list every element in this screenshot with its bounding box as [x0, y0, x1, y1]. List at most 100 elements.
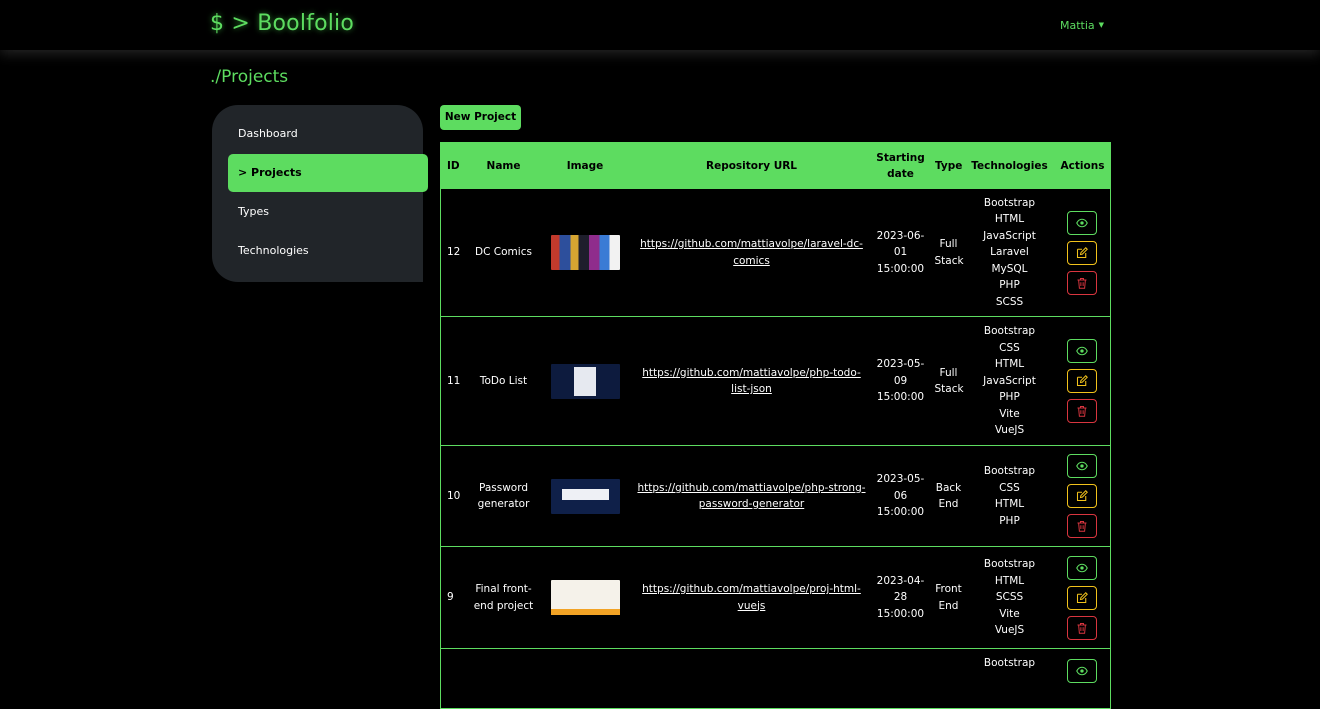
technologies-cell: Bootstrap CSS HTML JavaScript PHP Vite V… — [964, 316, 1055, 446]
project-name: DC Comics — [471, 188, 536, 317]
sidebar-item-dashboard[interactable]: Dashboard — [228, 115, 428, 153]
sidebar-item-technologies[interactable]: Technologies — [228, 232, 428, 270]
view-button[interactable] — [1067, 210, 1098, 235]
projects-table: ID Name Image Repository URL Starting da… — [440, 142, 1111, 709]
technology-item: HTML — [994, 213, 1025, 226]
starting-date — [868, 648, 933, 709]
eye-icon — [1076, 346, 1089, 356]
edit-button[interactable] — [1067, 484, 1098, 508]
sidebar: Dashboard > Projects Types Technologies — [212, 105, 428, 282]
technology-item: JavaScript — [983, 229, 1036, 242]
technology-item: Laravel — [990, 246, 1029, 259]
table-row: 9 Final front-end project https://github… — [440, 546, 1111, 649]
technology-item: VueJS — [994, 424, 1025, 437]
top-navbar: $ > Boolfolio Mattia ▼ — [0, 0, 1320, 50]
actions-cell — [1054, 546, 1111, 649]
table-row: 11 ToDo List https://github.com/mattiavo… — [440, 316, 1111, 446]
trash-icon — [1077, 406, 1087, 417]
trash-icon — [1077, 277, 1087, 289]
project-thumbnail — [550, 235, 620, 270]
eye-icon — [1076, 218, 1089, 227]
technology-item: Bootstrap — [983, 325, 1036, 338]
brand-logo[interactable]: $ > Boolfolio — [210, 11, 354, 36]
project-id — [440, 648, 472, 709]
actions-cell — [1054, 188, 1111, 317]
column-header-technologies: Technologies — [964, 142, 1055, 189]
technologies-cell: Bootstrap — [964, 648, 1055, 709]
technology-item: PHP — [999, 391, 1020, 404]
actions-cell — [1054, 316, 1111, 446]
actions-cell — [1054, 445, 1111, 547]
project-name — [471, 648, 536, 709]
repository-link[interactable]: https://github.com/mattiavolpe/php-todo-… — [642, 367, 860, 396]
actions-cell — [1054, 648, 1111, 709]
project-id: 11 — [440, 316, 472, 446]
repository-link[interactable]: https://github.com/mattiavolpe/laravel-d… — [640, 238, 863, 267]
table-row: 10 Password generator https://github.com… — [440, 445, 1111, 547]
project-id: 10 — [440, 445, 472, 547]
delete-button[interactable] — [1067, 514, 1098, 538]
trash-icon — [1077, 521, 1087, 532]
technology-item: Vite — [999, 607, 1020, 620]
table-row: Bootstrap — [440, 648, 1111, 709]
project-thumbnail — [550, 580, 620, 615]
sidebar-item-projects[interactable]: > Projects — [228, 154, 428, 192]
technology-item: SCSS — [995, 295, 1024, 308]
eye-icon — [1076, 563, 1089, 572]
technology-item: HTML — [994, 498, 1025, 510]
technology-item: Vite — [999, 407, 1020, 420]
project-image-cell — [535, 316, 635, 446]
repo-url-cell: https://github.com/mattiavolpe/laravel-d… — [634, 188, 869, 317]
technologies-cell: Bootstrap CSS HTML PHP — [964, 445, 1055, 547]
view-button[interactable] — [1067, 339, 1098, 363]
starting-date: 2023-05-06 15:00:00 — [868, 445, 933, 547]
column-header-name: Name — [471, 142, 536, 189]
column-header-image: Image — [535, 142, 635, 189]
technology-item: Bootstrap — [983, 558, 1036, 571]
starting-date: 2023-04-28 15:00:00 — [868, 546, 933, 649]
technology-item: MySQL — [991, 262, 1028, 275]
table-header-row: ID Name Image Repository URL Starting da… — [440, 142, 1111, 189]
technology-item: JavaScript — [983, 374, 1036, 387]
technology-item: Bootstrap — [983, 196, 1036, 209]
table-row: 12 DC Comics https://github.com/mattiavo… — [440, 188, 1111, 317]
project-name: ToDo List — [471, 316, 536, 446]
user-dropdown[interactable]: Mattia ▼ — [1060, 19, 1104, 32]
project-type: Back End — [932, 445, 965, 547]
starting-date: 2023-06-01 15:00:00 — [868, 188, 933, 317]
starting-date: 2023-05-09 15:00:00 — [868, 316, 933, 446]
pencil-square-icon — [1077, 490, 1089, 502]
page-title: ./Projects — [210, 67, 289, 87]
delete-button[interactable] — [1067, 399, 1098, 423]
edit-button[interactable] — [1067, 585, 1098, 610]
user-name: Mattia — [1060, 19, 1095, 32]
project-name: Password generator — [471, 445, 536, 547]
sidebar-item-types[interactable]: Types — [228, 193, 428, 231]
technology-item: PHP — [999, 514, 1020, 527]
project-type: Full Stack — [932, 188, 965, 317]
repo-url-cell — [634, 648, 869, 709]
eye-icon — [1076, 666, 1089, 676]
project-thumbnail — [550, 478, 620, 514]
repository-link[interactable]: https://github.com/mattiavolpe/php-stron… — [637, 482, 865, 511]
view-button[interactable] — [1067, 555, 1098, 580]
column-header-repository-url: Repository URL — [634, 142, 869, 189]
repository-link[interactable]: https://github.com/mattiavolpe/proj-html… — [642, 583, 861, 612]
project-image-cell — [535, 546, 635, 649]
delete-button[interactable] — [1067, 270, 1098, 295]
column-header-actions: Actions — [1054, 142, 1111, 189]
view-button[interactable] — [1067, 659, 1098, 683]
project-image-cell — [535, 445, 635, 547]
new-project-button[interactable]: New Project — [440, 105, 521, 130]
delete-button[interactable] — [1067, 615, 1098, 640]
view-button[interactable] — [1067, 454, 1098, 478]
project-type: Front End — [932, 546, 965, 649]
project-id: 12 — [440, 188, 472, 317]
caret-down-icon: ▼ — [1098, 21, 1105, 29]
pencil-square-icon — [1077, 246, 1089, 258]
edit-button[interactable] — [1067, 240, 1098, 265]
project-image-cell — [535, 188, 635, 317]
eye-icon — [1076, 461, 1089, 471]
edit-button[interactable] — [1067, 369, 1098, 393]
repo-url-cell: https://github.com/mattiavolpe/php-todo-… — [634, 316, 869, 446]
